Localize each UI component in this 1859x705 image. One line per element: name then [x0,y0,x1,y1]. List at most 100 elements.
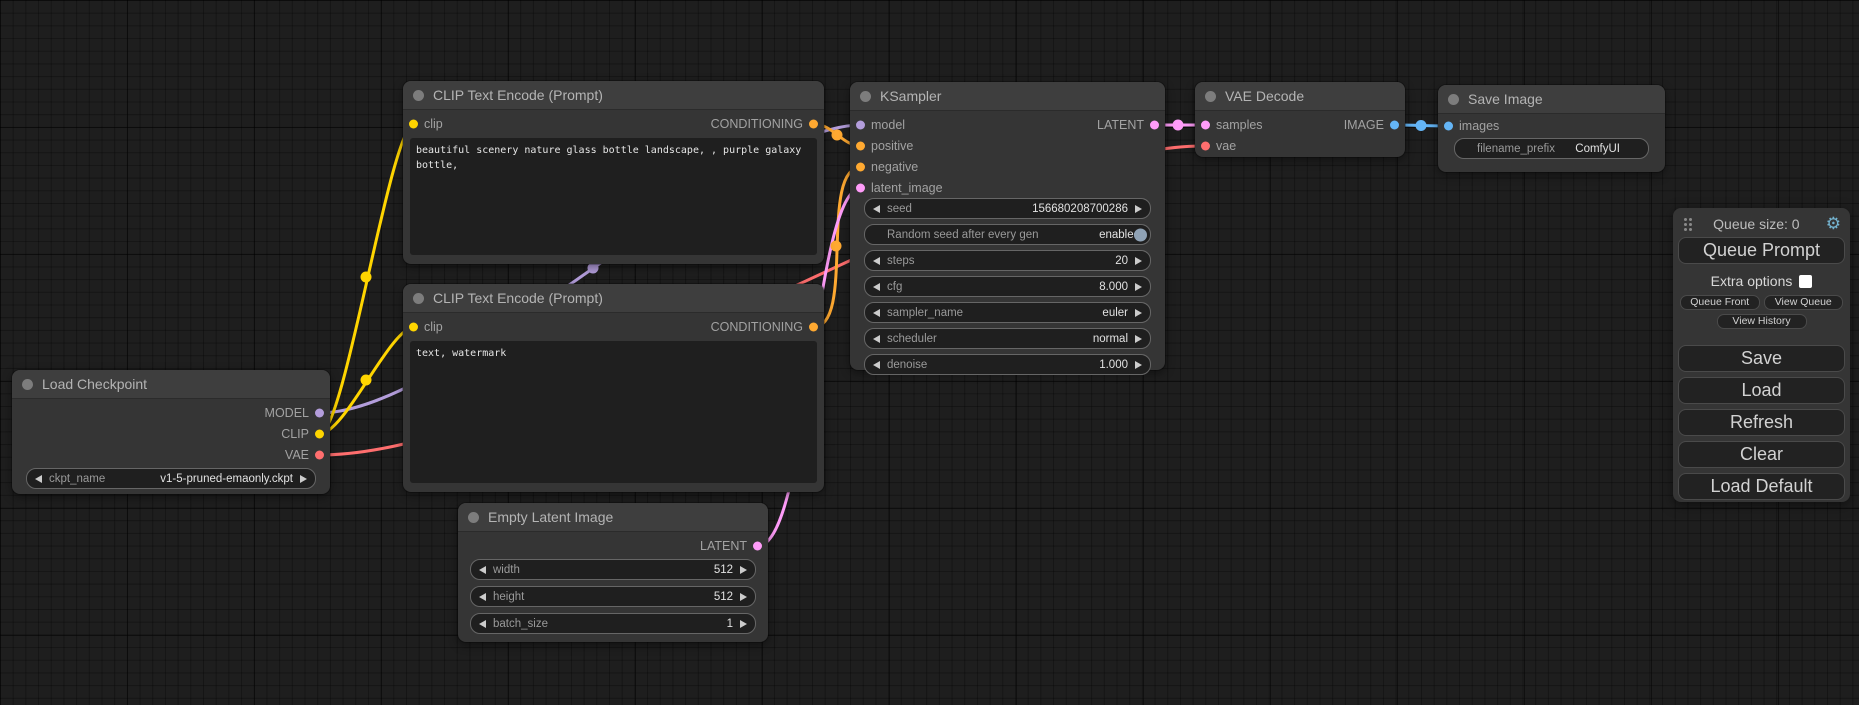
refresh-button[interactable]: Refresh [1678,409,1845,436]
widget-name: steps [887,255,915,267]
input-slot-images: images [1438,116,1665,136]
collapse-dot-icon[interactable] [860,91,871,102]
node-save-image[interactable]: Save Image images filename_prefix ComfyU… [1438,85,1665,172]
node-load-checkpoint[interactable]: Load Checkpoint MODEL CLIP VAE ckpt_name… [12,370,330,494]
increment-arrow-icon[interactable] [1135,361,1142,369]
increment-arrow-icon[interactable] [300,475,307,483]
node-title-bar[interactable]: Load Checkpoint [12,370,330,399]
extra-options-row: Extra options [1673,273,1850,289]
latent-image-input-dot[interactable] [856,184,865,193]
image-output-dot[interactable] [1390,121,1399,130]
increment-arrow-icon[interactable] [1135,205,1142,213]
save-button[interactable]: Save [1678,345,1845,372]
random-seed-toggle-widget[interactable]: Random seed after every gen enabled [864,224,1151,245]
queue-front-button[interactable]: Queue Front [1680,295,1760,310]
vae-input-dot[interactable] [1201,142,1210,151]
decrement-arrow-icon[interactable] [873,257,880,265]
node-ksampler[interactable]: KSampler model LATENT positive negative … [850,82,1165,370]
filename-prefix-widget[interactable]: filename_prefix ComfyUI [1454,138,1649,159]
load-default-button[interactable]: Load Default [1678,473,1845,500]
conditioning-output-dot[interactable] [809,323,818,332]
denoise-widget[interactable]: denoise 1.000 [864,354,1151,375]
height-widget[interactable]: height 512 [470,586,756,607]
increment-arrow-icon[interactable] [1135,257,1142,265]
node-vae-decode[interactable]: VAE Decode samples IMAGE vae [1195,82,1405,157]
decrement-arrow-icon[interactable] [873,283,880,291]
widget-name: width [493,564,520,576]
scheduler-widget[interactable]: scheduler normal [864,328,1151,349]
samples-input-dot[interactable] [1201,121,1210,130]
widget-value: euler [1102,307,1128,319]
node-title-bar[interactable]: KSampler [850,82,1165,111]
latent-output-dot[interactable] [1150,121,1159,130]
clear-button[interactable]: Clear [1678,441,1845,468]
width-widget[interactable]: width 512 [470,559,756,580]
latent-output-dot[interactable] [753,542,762,551]
node-title: VAE Decode [1225,88,1304,104]
sampler-name-widget[interactable]: sampler_name euler [864,302,1151,323]
collapse-dot-icon[interactable] [413,293,424,304]
extra-options-checkbox[interactable] [1799,275,1812,288]
collapse-dot-icon[interactable] [413,90,424,101]
prompt-text-area[interactable]: beautiful scenery nature glass bottle la… [410,138,817,255]
increment-arrow-icon[interactable] [1135,309,1142,317]
input-slot-negative: negative [850,157,1165,177]
input-slot-vae: vae [1195,136,1405,156]
widget-value: v1-5-pruned-emaonly.ckpt [160,473,293,485]
vae-output-dot[interactable] [315,451,324,460]
node-title-bar[interactable]: VAE Decode [1195,82,1405,111]
model-output-dot[interactable] [315,409,324,418]
node-title-bar[interactable]: Empty Latent Image [458,503,768,532]
slot-label: clip [424,320,443,334]
load-button[interactable]: Load [1678,377,1845,404]
collapse-dot-icon[interactable] [1205,91,1216,102]
increment-arrow-icon[interactable] [1135,283,1142,291]
slot-label: samples [1216,118,1263,132]
clip-input-dot[interactable] [409,323,418,332]
queue-panel: Queue size: 0 ⚙ Queue Prompt Extra optio… [1673,208,1850,502]
node-clip-text-encode-negative[interactable]: CLIP Text Encode (Prompt) clip CONDITION… [403,284,824,492]
node-title-bar[interactable]: CLIP Text Encode (Prompt) [403,81,824,110]
decrement-arrow-icon[interactable] [873,205,880,213]
collapse-dot-icon[interactable] [1448,94,1459,105]
batch-size-widget[interactable]: batch_size 1 [470,613,756,634]
decrement-arrow-icon[interactable] [479,620,486,628]
decrement-arrow-icon[interactable] [479,566,486,574]
increment-arrow-icon[interactable] [1135,335,1142,343]
model-input-dot[interactable] [856,121,865,130]
decrement-arrow-icon[interactable] [35,475,42,483]
settings-gear-icon[interactable]: ⚙ [1826,217,1841,231]
decrement-arrow-icon[interactable] [873,309,880,317]
increment-arrow-icon[interactable] [740,593,747,601]
toggle-knob-icon[interactable] [1134,228,1147,241]
steps-widget[interactable]: steps 20 [864,250,1151,271]
prompt-text-area[interactable]: text, watermark [410,341,817,483]
node-title-bar[interactable]: CLIP Text Encode (Prompt) [403,284,824,313]
slot-row: samples IMAGE [1195,115,1405,135]
clip-output-dot[interactable] [315,430,324,439]
conditioning-output-dot[interactable] [809,120,818,129]
node-empty-latent-image[interactable]: Empty Latent Image LATENT width 512 heig… [458,503,768,642]
decrement-arrow-icon[interactable] [479,593,486,601]
clip-input-dot[interactable] [409,120,418,129]
increment-arrow-icon[interactable] [740,620,747,628]
cfg-widget[interactable]: cfg 8.000 [864,276,1151,297]
increment-arrow-icon[interactable] [740,566,747,574]
seed-widget[interactable]: seed 156680208700286 [864,198,1151,219]
decrement-arrow-icon[interactable] [873,335,880,343]
images-input-dot[interactable] [1444,122,1453,131]
collapse-dot-icon[interactable] [468,512,479,523]
negative-input-dot[interactable] [856,163,865,172]
node-title-bar[interactable]: Save Image [1438,85,1665,114]
decrement-arrow-icon[interactable] [873,361,880,369]
slot-label: negative [871,160,918,174]
view-queue-button[interactable]: View Queue [1764,295,1844,310]
ckpt-name-widget[interactable]: ckpt_name v1-5-pruned-emaonly.ckpt [26,468,316,489]
view-history-button[interactable]: View History [1717,314,1807,329]
node-clip-text-encode-positive[interactable]: CLIP Text Encode (Prompt) clip CONDITION… [403,81,824,264]
positive-input-dot[interactable] [856,142,865,151]
collapse-dot-icon[interactable] [22,379,33,390]
queue-prompt-button[interactable]: Queue Prompt [1678,237,1845,264]
slot-label: vae [1216,139,1236,153]
node-graph-canvas[interactable]: Load Checkpoint MODEL CLIP VAE ckpt_name… [0,0,1859,705]
